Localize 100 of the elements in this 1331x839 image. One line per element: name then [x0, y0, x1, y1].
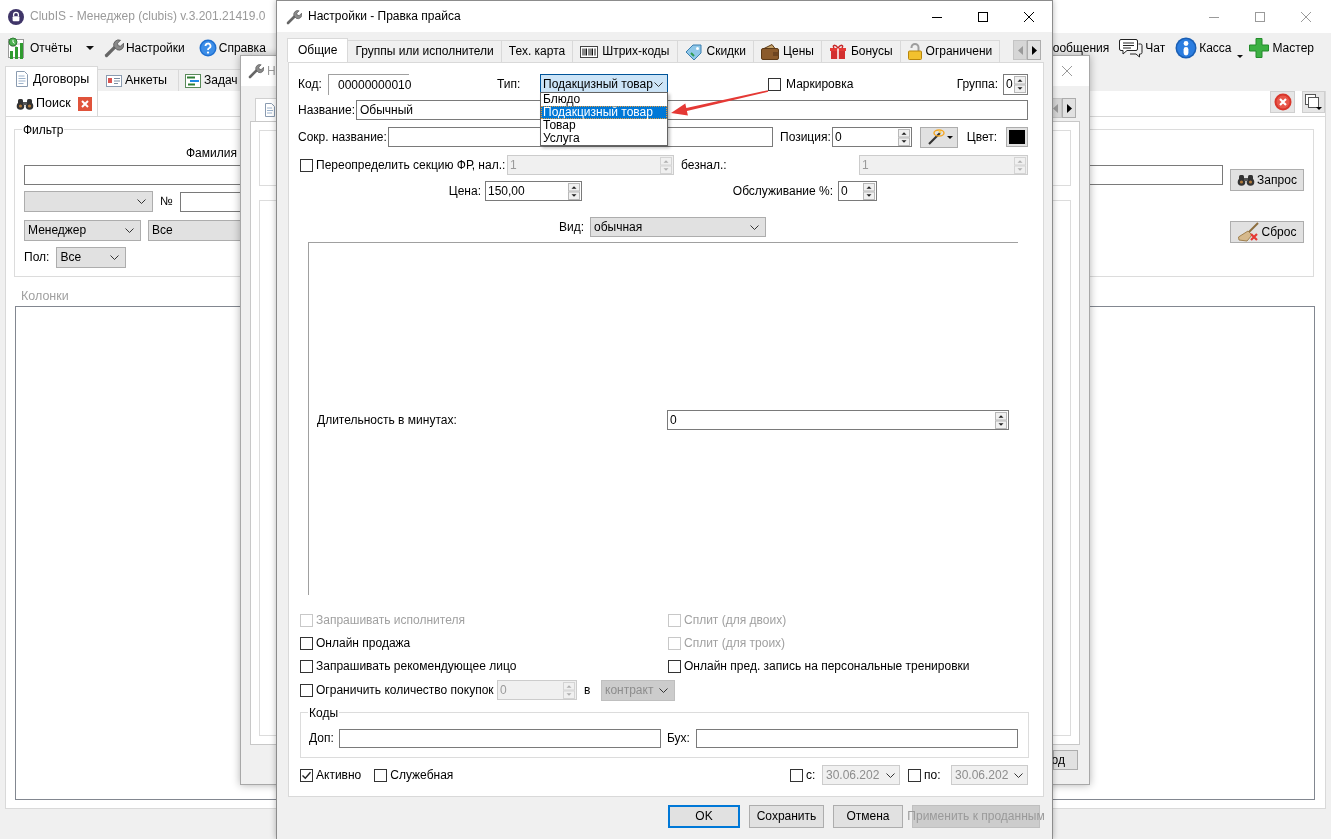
dropdown-option[interactable]: Товар — [541, 119, 667, 132]
chevron-down-icon — [659, 687, 668, 693]
tab[interactable]: Ограничени — [899, 40, 1001, 62]
tab[interactable]: Цены — [753, 40, 822, 62]
checkbox[interactable] — [300, 158, 313, 172]
field-label: Цвет: — [966, 129, 997, 145]
broom-icon — [1237, 222, 1260, 242]
dropdown-option[interactable]: Услуга — [541, 132, 667, 145]
triangle-left-icon — [1052, 103, 1058, 113]
dropdown[interactable]: обычная — [590, 217, 766, 237]
tag-icon — [684, 43, 703, 60]
checkbox-label: Запрашивать рекомендующее лицо — [316, 658, 517, 674]
toolbar-button[interactable]: Чат — [1118, 37, 1167, 59]
field-label: № — [160, 194, 173, 209]
plus-icon — [1248, 37, 1271, 59]
save-button[interactable]: Сохранить — [749, 805, 824, 828]
tool-button[interactable] — [920, 126, 958, 148]
chevron-down-icon — [125, 228, 134, 233]
number-field[interactable]: 0 — [838, 181, 877, 201]
checkbox[interactable] — [908, 768, 921, 782]
chevron-down-icon — [886, 772, 895, 778]
number-field[interactable]: 0 — [832, 127, 912, 147]
number-field[interactable]: 0 — [1003, 74, 1028, 95]
tab[interactable]: Бонусы — [820, 40, 901, 62]
ok-button[interactable]: OK — [668, 805, 740, 828]
reset-button[interactable]: Сброс — [1230, 221, 1304, 243]
close-icon — [1301, 11, 1311, 22]
checkbox-label: Служебная — [390, 767, 454, 783]
checkbox[interactable] — [300, 636, 313, 650]
close-icon[interactable] — [77, 96, 92, 111]
code-field[interactable]: 00000000010 — [328, 74, 409, 95]
document-icon — [264, 103, 276, 117]
checkbox[interactable] — [768, 78, 781, 91]
cancel-button[interactable]: Отмена — [833, 805, 903, 828]
maximize-icon — [978, 11, 988, 22]
dropdown-option[interactable]: Подакцизный товар — [541, 106, 667, 119]
checkbox[interactable] — [300, 768, 313, 782]
id-card-icon — [106, 73, 122, 88]
field-label: с: — [806, 767, 817, 783]
field-label: Тип: — [497, 77, 522, 92]
wrench-icon — [248, 63, 264, 79]
close-icon[interactable] — [1062, 66, 1072, 76]
padlock-icon — [907, 43, 922, 60]
document-icon — [14, 71, 30, 87]
checkbox[interactable] — [374, 768, 388, 782]
field-label: безнал.: — [681, 157, 727, 173]
close-button[interactable] — [1270, 91, 1295, 113]
lock-icon — [8, 8, 24, 25]
checkbox-label: Запрашивать исполнителя — [316, 612, 465, 628]
toolbar-button[interactable]: Касса — [1174, 37, 1245, 59]
spin-arrows-icon — [1014, 76, 1026, 93]
dropdown[interactable]: Менеджер — [24, 220, 141, 241]
field-label: Обслуживание %: — [731, 183, 834, 199]
window-title: ClubIS - Менеджер (clubis) v.3.201.21419.0 — [30, 9, 266, 24]
toolbar-button[interactable]: Отчёты — [6, 37, 95, 59]
field-label: Группа: — [956, 77, 998, 92]
field-label: Доп: — [309, 731, 335, 746]
field-label: Название: — [298, 102, 356, 118]
dropdown[interactable]: Все — [56, 247, 127, 268]
checkbox[interactable] — [668, 659, 681, 673]
field-label: Бух: — [667, 731, 691, 746]
chevron-down-icon — [110, 255, 120, 260]
spin-arrows-icon — [898, 128, 910, 146]
checkbox-label: Онлайн пред. запись на персональные тренировки — [684, 658, 970, 674]
tab[interactable]: Общие — [287, 38, 349, 62]
spin-arrows-icon — [568, 182, 580, 200]
field-label: Сокр. название: — [298, 129, 388, 145]
tab[interactable]: Скидки — [676, 40, 755, 62]
chevron-down-icon — [654, 82, 663, 87]
tab[interactable]: Договоры — [5, 66, 98, 91]
maximize-icon — [1255, 11, 1265, 22]
checkbox[interactable] — [300, 683, 313, 697]
wallet-icon — [761, 43, 780, 60]
number-field[interactable]: 0 — [667, 410, 1009, 430]
text-field[interactable] — [339, 729, 661, 748]
spin-arrows-icon — [1014, 156, 1026, 174]
checkbox-label: Переопределить секцию ФР, нал.: — [316, 157, 507, 173]
checkbox-label: Активно — [316, 767, 362, 783]
tab-scroll-button[interactable] — [1027, 40, 1041, 60]
toolbar-button[interactable]: Настройки — [102, 37, 186, 59]
chevron-down-icon — [750, 224, 759, 230]
checkbox[interactable] — [790, 768, 803, 782]
group-title: Колонки — [21, 289, 69, 303]
barcode-icon — [580, 45, 599, 58]
window-menu-button[interactable] — [1302, 91, 1325, 113]
field-label: по: — [924, 767, 942, 783]
text-field[interactable] — [696, 729, 1018, 748]
tab-scroll-button[interactable] — [1062, 98, 1076, 118]
checkbox-label: Онлайн продажа — [316, 635, 411, 651]
spin-arrows-icon — [660, 156, 672, 174]
toolbar-button[interactable]: ообщения — [1051, 37, 1111, 59]
wrench-icon — [103, 38, 124, 58]
number-field[interactable]: 150,00 — [485, 181, 582, 201]
checkbox[interactable] — [300, 659, 313, 673]
field-label: Длительность в минутах: — [317, 412, 458, 428]
triangle-left-icon — [1017, 45, 1023, 55]
field-label: Код: — [298, 77, 323, 92]
tab[interactable]: Задач — [178, 69, 241, 91]
toolbar-button[interactable]: Мастер — [1247, 37, 1315, 59]
query-button[interactable]: Запрос — [1230, 169, 1304, 191]
